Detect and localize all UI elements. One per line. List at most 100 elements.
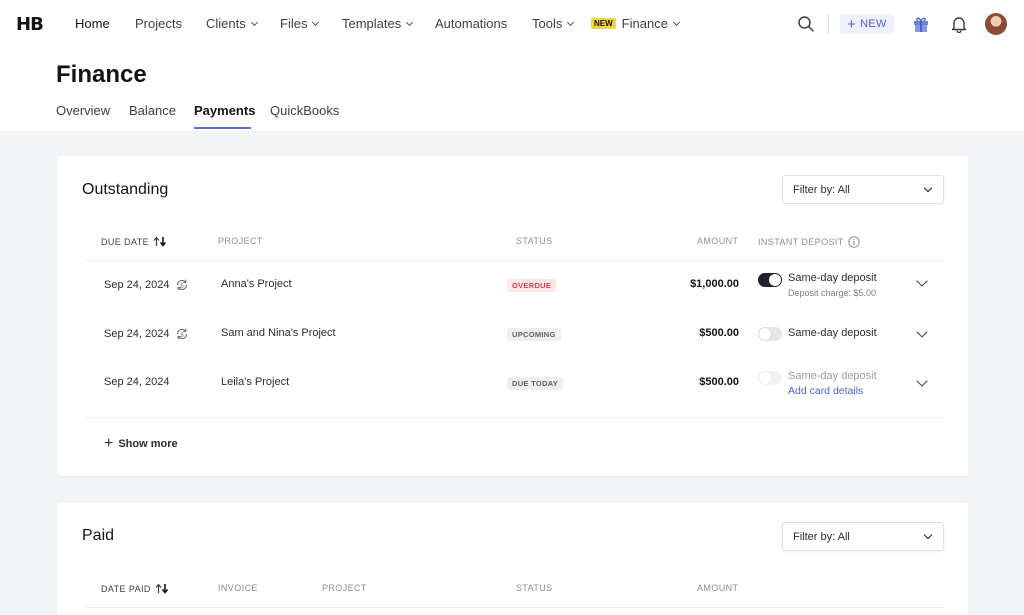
chevron-down-icon: [923, 530, 933, 540]
due-date-cell: Sep 24, 2024: [104, 376, 169, 388]
column-header-instant-deposit: INSTANT DEPOSIT: [758, 236, 860, 248]
filter-label: Filter by: All: [793, 183, 850, 196]
paid-card: Paid Filter by: All DATE PAID INVOICE PR…: [57, 503, 968, 615]
new-button-label: NEW: [860, 18, 887, 30]
tab-balance[interactable]: Balance: [129, 103, 176, 118]
expand-row-chevron-icon[interactable]: [916, 275, 928, 287]
add-card-details-link[interactable]: Add card details: [788, 385, 863, 397]
outstanding-title: Outstanding: [82, 181, 169, 198]
nav-tools-label: Tools: [532, 16, 563, 31]
plus-icon: +: [104, 435, 114, 452]
info-icon[interactable]: [847, 236, 860, 248]
due-date-value: Sep 24, 2024: [104, 328, 170, 340]
nav-home-label: Home: [75, 16, 110, 31]
nav-automations-label: Automations: [435, 16, 508, 31]
search-icon[interactable]: [795, 13, 817, 35]
amount-cell: $1,000.00: [690, 278, 739, 290]
nav-tools[interactable]: Tools: [532, 16, 575, 31]
table-row[interactable]: Sep 24, 2024 Leila's Project DUE TODAY $…: [57, 360, 968, 406]
nav-finance[interactable]: NEW Finance: [591, 16, 680, 31]
project-cell[interactable]: Sam and Nina's Project: [221, 327, 336, 339]
chevron-down-icon: [250, 18, 258, 26]
recurring-payment-icon: $: [177, 279, 188, 291]
column-header-date-paid[interactable]: DATE PAID: [101, 583, 169, 594]
same-day-deposit-toggle[interactable]: [758, 371, 782, 385]
table-bottom-divider: [86, 417, 944, 418]
nav-files-label: Files: [280, 16, 308, 31]
status-badge: DUE TODAY: [507, 377, 564, 390]
tab-overview[interactable]: Overview: [56, 103, 110, 118]
nav-home[interactable]: Home: [75, 16, 110, 31]
due-date-value: Sep 24, 2024: [104, 376, 170, 388]
nav-projects[interactable]: Projects: [135, 16, 182, 31]
same-day-deposit-toggle[interactable]: [758, 273, 782, 287]
chevron-down-icon: [672, 18, 680, 26]
column-header-amount: AMOUNT: [697, 583, 739, 593]
column-header-invoice: INVOICE: [218, 583, 258, 593]
plus-icon: +: [847, 15, 857, 33]
brand-logo[interactable]: HB: [16, 14, 44, 35]
chevron-down-icon: [312, 18, 320, 26]
page-title: Finance: [56, 61, 147, 88]
column-header-due-date-label: DUE DATE: [101, 236, 150, 247]
due-date-cell: Sep 24, 2024 $: [104, 327, 189, 341]
amount-cell: $500.00: [699, 376, 739, 388]
nav-clients-label: Clients: [206, 16, 246, 31]
divider: [828, 14, 829, 34]
chevron-down-icon: [923, 183, 933, 193]
nav-files[interactable]: Files: [280, 16, 320, 31]
tab-payments[interactable]: Payments: [194, 103, 255, 118]
chevron-down-icon: [567, 18, 575, 26]
new-tag: NEW: [591, 18, 616, 29]
nav-finance-label: Finance: [621, 16, 668, 31]
nav-projects-label: Projects: [135, 16, 182, 31]
expand-row-chevron-icon[interactable]: [916, 326, 928, 338]
gift-icon[interactable]: [910, 13, 932, 35]
sort-icon: [153, 236, 167, 247]
column-header-date-paid-label: DATE PAID: [101, 583, 151, 594]
same-day-deposit-label: Same-day deposit: [788, 327, 877, 339]
nav-clients[interactable]: Clients: [206, 16, 258, 31]
nav-automations[interactable]: Automations: [435, 16, 507, 31]
column-header-status: STATUS: [516, 236, 553, 246]
table-row[interactable]: Sep 24, 2024 $ Sam and Nina's Project UP…: [57, 311, 968, 357]
column-header-status: STATUS: [516, 583, 553, 593]
chevron-down-icon: [406, 18, 414, 26]
amount-cell: $500.00: [699, 327, 739, 339]
outstanding-card: Outstanding Filter by: All DUE DATE PROJ…: [57, 156, 968, 476]
table-row[interactable]: Sep 24, 2024 $ Anna's Project OVERDUE $1…: [57, 262, 968, 308]
deposit-charge-note: Deposit charge: $5.00: [788, 288, 877, 298]
due-date-value: Sep 24, 2024: [104, 279, 170, 291]
status-badge: OVERDUE: [507, 279, 557, 292]
avatar[interactable]: [985, 13, 1007, 35]
outstanding-filter-dropdown[interactable]: Filter by: All: [782, 175, 944, 204]
svg-text:$: $: [181, 331, 185, 338]
paid-title: Paid: [82, 527, 115, 544]
column-header-due-date[interactable]: DUE DATE: [101, 236, 167, 247]
recurring-payment-icon: $: [177, 328, 188, 340]
expand-row-chevron-icon[interactable]: [916, 375, 928, 387]
same-day-deposit-label: Same-day deposit: [788, 370, 877, 382]
active-tab-indicator: [194, 127, 251, 129]
page-header: Finance Overview Balance Payments QuickB…: [0, 48, 1024, 131]
top-navigation-bar: HB Home Projects Clients Files Templates…: [0, 0, 1024, 48]
header-divider: [86, 607, 944, 608]
paid-filter-dropdown[interactable]: Filter by: All: [782, 522, 944, 551]
nav-templates[interactable]: Templates: [342, 16, 414, 31]
same-day-deposit-toggle[interactable]: [758, 327, 782, 341]
svg-text:$: $: [181, 282, 185, 289]
column-header-project: PROJECT: [218, 236, 263, 246]
nav-templates-label: Templates: [342, 16, 402, 31]
column-header-amount: AMOUNT: [697, 236, 739, 246]
tab-quickbooks[interactable]: QuickBooks: [270, 103, 339, 118]
new-button[interactable]: + NEW: [840, 14, 894, 34]
header-divider: [86, 260, 944, 261]
project-cell[interactable]: Anna's Project: [221, 278, 292, 290]
column-header-project: PROJECT: [322, 583, 367, 593]
due-date-cell: Sep 24, 2024 $: [104, 278, 189, 292]
project-cell[interactable]: Leila's Project: [221, 376, 289, 388]
status-badge: UPCOMING: [507, 328, 561, 341]
column-header-instant-deposit-label: INSTANT DEPOSIT: [758, 237, 844, 247]
bell-icon[interactable]: [948, 13, 970, 35]
show-more-button[interactable]: + Show more: [104, 436, 178, 452]
